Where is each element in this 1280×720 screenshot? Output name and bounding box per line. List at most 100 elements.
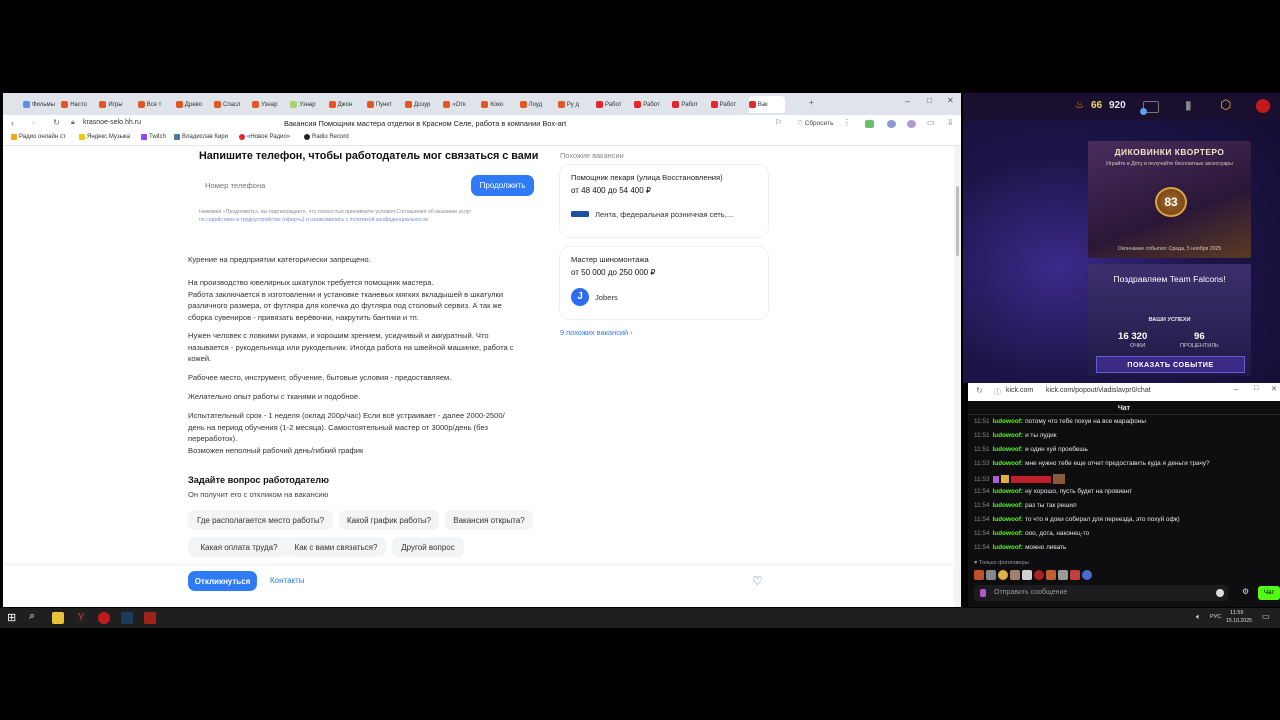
browser-tab[interactable]: Спасл [214,96,250,113]
browser-tab[interactable]: Работ [634,96,670,113]
browser-tab[interactable]: Джон [328,96,365,113]
browser-tab[interactable]: Игры [99,96,135,113]
emote-icon[interactable] [1046,570,1056,580]
extension-icon[interactable] [907,120,916,128]
new-tab-icon[interactable]: + [809,98,814,107]
share-button[interactable]: ♡ Сбросить [797,119,834,127]
back-icon[interactable]: ‹ [11,118,14,128]
browser-tab[interactable]: Работ [596,96,632,113]
armory-icon[interactable]: ▮ [1185,98,1192,112]
browser-tab[interactable]: Работ [710,96,747,113]
continue-button[interactable]: Продолжить [471,175,534,196]
promo-card[interactable]: Поздравляем Team Falcons! ВАШИ УСПЕХИ 16… [1088,264,1251,376]
similar-vacancy-card[interactable]: Мастер шиномонтажа от 50 000 до 250 000 … [560,247,768,319]
windows-start-icon[interactable]: ⊞ [7,611,16,624]
sidebar-icon[interactable]: ▭ [927,118,935,127]
favorite-heart-icon[interactable]: ♡ [752,574,763,588]
question-chip[interactable]: Как с вами связаться? [286,537,386,557]
chat-url[interactable]: kick.com/popout/vladislavpr0/chat [1046,387,1151,394]
notifications-icon[interactable]: ▭ [1262,612,1270,621]
browser-tab[interactable]: Узнар [290,96,326,113]
emote-icon[interactable] [974,570,984,580]
dota-icon[interactable] [98,612,110,624]
minimize-icon[interactable]: – [905,96,910,106]
dota-plus-icon[interactable]: ⬡ [1220,97,1231,113]
browser-tab[interactable]: Все т [137,96,174,113]
contacts-link[interactable]: Контакты [270,576,305,585]
yandex-browser-icon[interactable]: Y [75,612,87,624]
chat-username[interactable]: ludowoof: [993,502,1024,509]
extension-icon[interactable] [865,120,874,128]
file-explorer-icon[interactable] [52,612,64,624]
extension-icon[interactable] [887,120,896,128]
chat-username[interactable]: ludowoof: [993,488,1024,495]
volume-icon[interactable]: 🔈︎ [1196,612,1201,622]
emote-icon[interactable] [1082,570,1092,580]
emoji-icon[interactable] [1216,589,1224,597]
browser-tab[interactable]: Ру д [557,96,594,113]
maximize-icon[interactable]: □ [1254,385,1258,392]
similar-vacancy-card[interactable]: Помощник пекаря (улица Восстановления) о… [560,165,768,237]
more-similar-link[interactable]: 9 похожих вакансий › [560,328,633,337]
chat-username[interactable]: ludowoof: [993,446,1024,453]
emote-icon[interactable] [1070,570,1080,580]
scrollbar[interactable] [954,146,961,607]
chat-username[interactable]: ludowoof: [993,460,1024,467]
question-chip[interactable]: Какой график работы? [339,510,439,530]
bookmark-item[interactable]: Радио онлайн ст [11,134,66,140]
reload-icon[interactable]: ↻ [53,118,60,127]
settings-icon[interactable]: ⚙ [1242,587,1249,596]
bookmark-item[interactable]: Яндекс Музыка [79,134,130,140]
language-indicator[interactable]: РУС [1210,614,1221,620]
reload-icon[interactable]: ↻ [976,386,983,395]
promo-card[interactable]: ДИКОВИНКИ КВОРТЕРО Играйте в Доту и полу… [1088,141,1251,258]
browser-tab[interactable]: Пункт [366,96,403,113]
browser-tab[interactable]: Узнар [252,96,288,113]
chat-username[interactable]: ludowoof: [993,530,1024,537]
chat-username[interactable]: ludowoof: [993,418,1024,425]
chat-username[interactable]: ludowoof: [993,516,1024,523]
browser-tab[interactable]: Фильмы [23,96,59,113]
question-chip[interactable]: Где располагается место работы? [188,510,333,530]
url-text[interactable]: krasnoe-selo.hh.ru [83,119,141,126]
browser-tab[interactable]: Лоуд [519,96,556,113]
bookmark-item[interactable]: «Новое Радио» [239,134,290,140]
chat-send-button[interactable]: Чат [1258,586,1280,600]
disclaimer-link[interactable]: по содействию в трудоустройстве (оферты)… [199,217,428,223]
message-input[interactable]: Отправить сообщение [974,585,1228,601]
browser-tab[interactable]: Вак [748,96,785,113]
emote-icon[interactable] [1058,570,1068,580]
bookmark-icon[interactable]: ⚐ [775,118,782,127]
bookmark-item[interactable]: Radio Record [304,134,349,140]
browser-tab[interactable]: Коко [481,96,517,113]
browser-tab[interactable]: Насто [61,96,97,113]
chat-username[interactable]: ludowoof: [993,432,1024,439]
steam-icon[interactable] [121,612,133,624]
search-icon[interactable]: ⌕ [29,610,35,623]
maximize-icon[interactable]: □ [927,96,932,105]
clock-time[interactable]: 11:55 [1230,610,1244,616]
emote-icon[interactable] [1034,570,1044,580]
browser-tab[interactable]: Дозур [405,96,441,113]
respond-button[interactable]: Откликнуться [188,571,257,591]
emote-icon[interactable] [986,570,996,580]
emote-icon[interactable] [1010,570,1020,580]
clock-date[interactable]: 15.10.2025 [1226,618,1252,624]
browser-tab[interactable]: «Отк [443,96,479,113]
question-chip[interactable]: Какая оплата труда? [188,537,290,557]
scrollbar-thumb[interactable] [956,186,959,256]
emote-icon[interactable] [1022,570,1032,580]
close-icon[interactable]: ✕ [1271,385,1277,393]
chat-username[interactable]: ludowoof: [993,544,1024,551]
browser-tab[interactable]: Древо [175,96,212,113]
vacancy-title[interactable]: Мастер шиномонтажа [571,255,649,264]
app-icon[interactable] [144,612,156,624]
emote-icon[interactable] [998,570,1008,580]
bookmark-item[interactable]: Twitch [141,134,166,140]
question-chip[interactable]: Вакансия открыта? [445,510,533,530]
power-icon[interactable] [1256,99,1270,113]
menu-icon[interactable]: ⋮ [843,118,851,127]
close-window-icon[interactable]: ✕ [947,96,954,105]
bookmark-item[interactable]: Владислав Кири [174,134,228,140]
question-chip[interactable]: Другой вопрос [392,537,464,557]
